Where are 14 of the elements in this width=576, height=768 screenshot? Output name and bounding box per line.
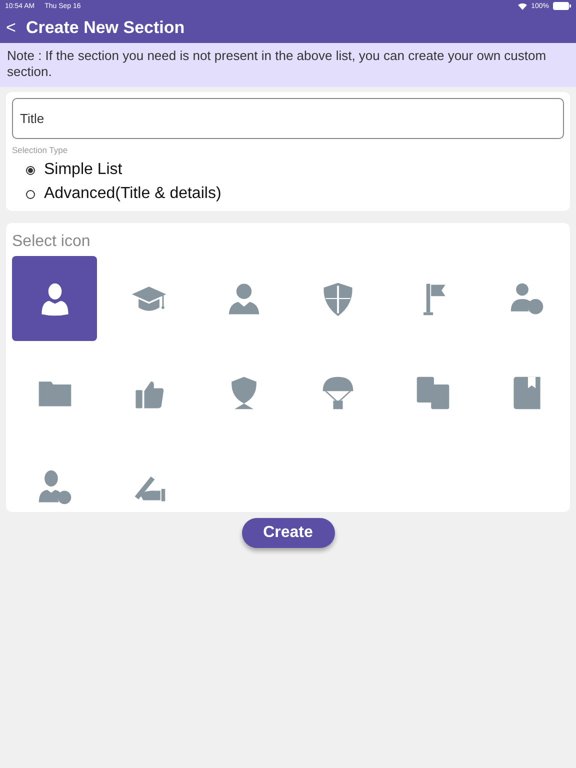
back-button[interactable]: <	[0, 18, 26, 38]
wifi-icon	[518, 2, 528, 10]
title-field[interactable]: Title	[12, 98, 564, 139]
icon-tile[interactable]	[12, 256, 97, 341]
note-text: Note : If the section you need is not present in the above list, you can create your own custom section.	[0, 43, 576, 87]
selection-type-label: Selection Type	[12, 145, 69, 155]
select-icon-label: Select icon	[12, 233, 92, 251]
page-title: Create New Section	[26, 18, 185, 38]
radio-label[interactable]: Simple List	[44, 161, 122, 179]
create-button[interactable]: Create	[242, 518, 334, 548]
radio-label[interactable]: Advanced(Title & details)	[44, 185, 222, 203]
battery-icon	[553, 2, 571, 10]
radio-button[interactable]	[26, 166, 35, 174]
radio-button[interactable]	[26, 190, 35, 198]
